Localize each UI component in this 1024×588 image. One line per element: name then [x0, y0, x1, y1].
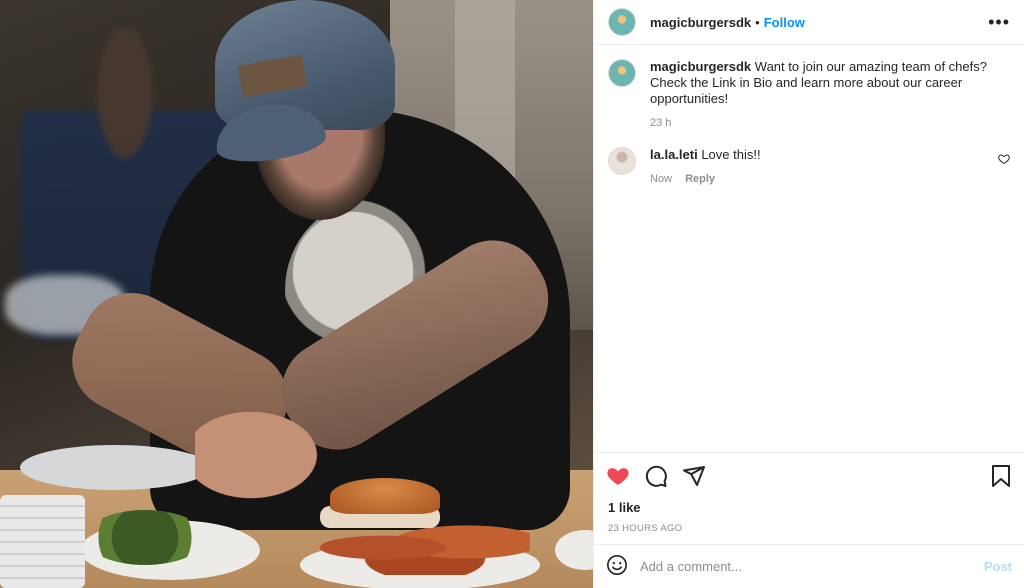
burger-bun: [330, 478, 440, 514]
action-bar: [594, 452, 1024, 498]
post-timestamp[interactable]: 23 HOURS AGO: [594, 515, 1024, 544]
post-header: magicburgersdk • Follow •••: [594, 0, 1024, 45]
comment-time[interactable]: Now: [650, 173, 672, 185]
post-comment-button[interactable]: Post: [984, 559, 1012, 574]
separator-dot: •: [755, 14, 760, 30]
heart-icon[interactable]: [606, 464, 630, 488]
comments-list: magicburgersdk Want to join our amazing …: [594, 45, 1024, 452]
plate: [20, 445, 210, 490]
caption-meta: 23 h: [650, 115, 1010, 131]
reply-button[interactable]: Reply: [685, 173, 715, 185]
username[interactable]: magicburgersdk: [650, 15, 751, 30]
paper-plane-icon[interactable]: [682, 464, 706, 488]
comment-body: la.la.leti Love this!! Now Reply: [650, 147, 990, 187]
chips: [320, 520, 530, 575]
comment-input[interactable]: [640, 559, 984, 574]
more-options-icon[interactable]: •••: [988, 13, 1010, 31]
caption-time[interactable]: 23 h: [650, 117, 671, 129]
caption-body: magicburgersdk Want to join our amazing …: [650, 59, 1010, 131]
plate-stack: [0, 495, 85, 588]
comment-heart-icon[interactable]: [998, 153, 1010, 168]
caption-username[interactable]: magicburgersdk: [650, 59, 751, 74]
emoji-icon[interactable]: [606, 554, 628, 579]
caption: magicburgersdk Want to join our amazing …: [608, 59, 1010, 131]
comment-username[interactable]: la.la.leti: [650, 147, 698, 162]
post-modal: magicburgersdk • Follow ••• magicburgers…: [0, 0, 1024, 588]
add-comment-bar: Post: [594, 544, 1024, 588]
comment-bubble-icon[interactable]: [644, 464, 668, 488]
like-count[interactable]: 1 like: [594, 498, 1024, 515]
avatar[interactable]: [608, 147, 636, 175]
post-panel: magicburgersdk • Follow ••• magicburgers…: [593, 0, 1024, 588]
bookmark-icon[interactable]: [990, 464, 1012, 488]
comment: la.la.leti Love this!! Now Reply: [608, 147, 1010, 187]
chef-hands: [195, 400, 335, 510]
salad: [85, 510, 205, 565]
avatar[interactable]: [608, 8, 636, 36]
avatar[interactable]: [608, 59, 636, 87]
comment-meta: Now Reply: [650, 171, 990, 187]
comment-text: Love this!!: [701, 147, 761, 162]
follow-button[interactable]: Follow: [764, 15, 805, 30]
post-photo[interactable]: [0, 0, 593, 588]
